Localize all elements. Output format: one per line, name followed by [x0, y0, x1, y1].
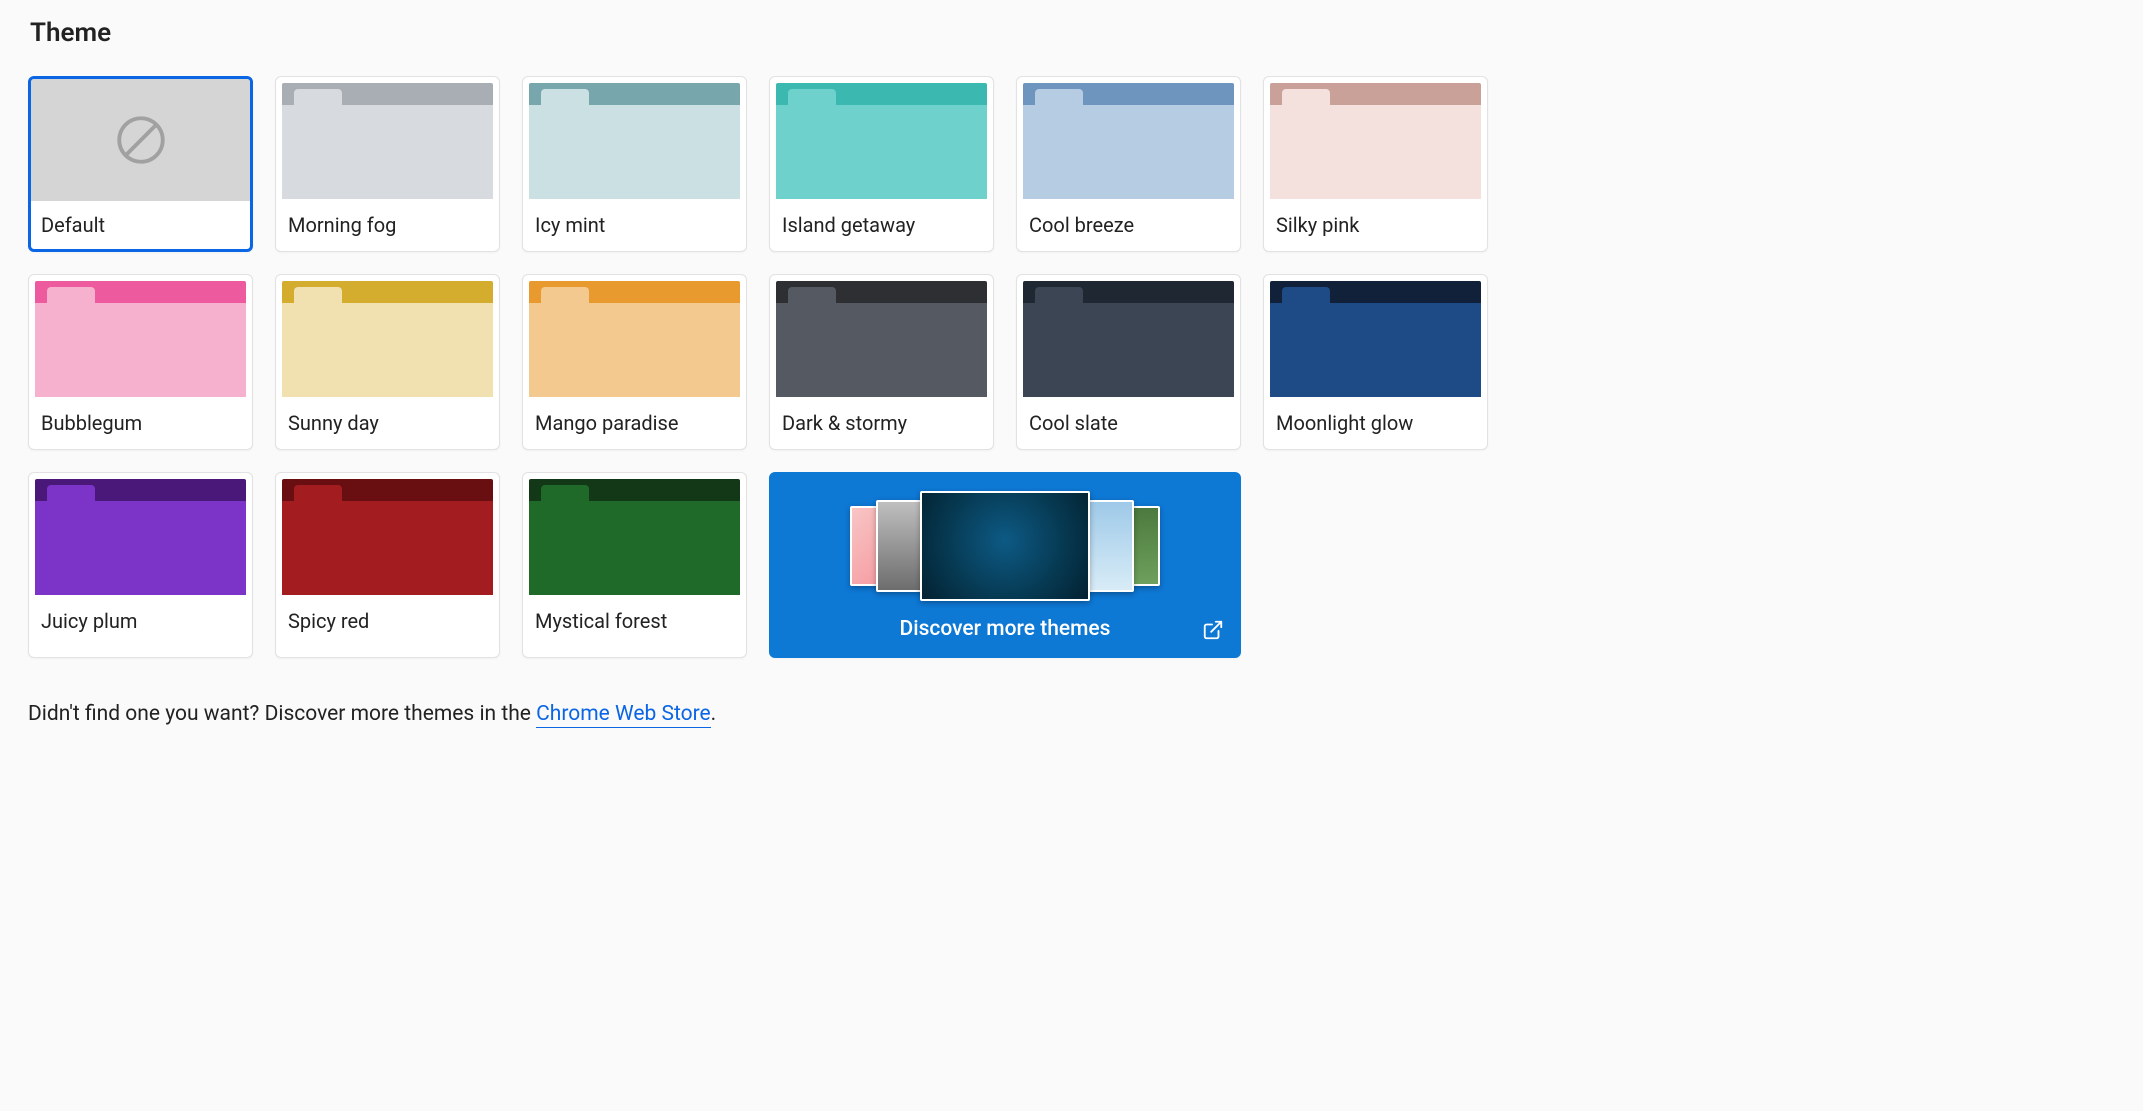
swatch-body: [529, 501, 740, 595]
theme-card-cool-slate[interactable]: Cool slate: [1016, 274, 1241, 450]
theme-card-moonlight-glow[interactable]: Moonlight glow: [1263, 274, 1488, 450]
preview-thumb: [920, 491, 1090, 601]
theme-swatch: [770, 77, 993, 199]
section-heading: Theme: [30, 18, 2115, 48]
theme-card-icy-mint[interactable]: Icy mint: [522, 76, 747, 252]
theme-card-island-getaway[interactable]: Island getaway: [769, 76, 994, 252]
theme-card-dark-stormy[interactable]: Dark & stormy: [769, 274, 994, 450]
theme-card-juicy-plum[interactable]: Juicy plum: [28, 472, 253, 658]
theme-swatch: [276, 275, 499, 397]
swatch-tab: [1282, 287, 1330, 307]
theme-card-mystical-forest[interactable]: Mystical forest: [522, 472, 747, 658]
theme-card-morning-fog[interactable]: Morning fog: [275, 76, 500, 252]
discover-preview-strip: [858, 491, 1152, 601]
theme-card-sunny-day[interactable]: Sunny day: [275, 274, 500, 450]
theme-swatch: [29, 473, 252, 595]
theme-label: Mystical forest: [523, 595, 746, 647]
theme-swatch: [1264, 275, 1487, 397]
swatch-body: [35, 501, 246, 595]
swatch-body: [1023, 303, 1234, 397]
footer-prefix: Didn't find one you want? Discover more …: [28, 702, 536, 726]
theme-card-bubblegum[interactable]: Bubblegum: [28, 274, 253, 450]
theme-card-spicy-red[interactable]: Spicy red: [275, 472, 500, 658]
theme-label: Dark & stormy: [770, 397, 993, 449]
theme-label: Spicy red: [276, 595, 499, 647]
swatch-tab: [788, 89, 836, 109]
swatch-tab: [47, 287, 95, 307]
swatch-tab: [294, 89, 342, 109]
theme-label: Icy mint: [523, 199, 746, 251]
swatch-body: [1270, 303, 1481, 397]
swatch-body: [776, 105, 987, 199]
external-link-icon: [1202, 619, 1224, 641]
theme-label: Island getaway: [770, 199, 993, 251]
swatch-tab: [541, 287, 589, 307]
theme-card-mango-paradise[interactable]: Mango paradise: [522, 274, 747, 450]
theme-swatch: [523, 473, 746, 595]
swatch-tab: [788, 287, 836, 307]
theme-label: Juicy plum: [29, 595, 252, 647]
theme-swatch: [1017, 77, 1240, 199]
theme-swatch: [29, 275, 252, 397]
swatch-tab: [541, 485, 589, 505]
swatch-tab: [294, 287, 342, 307]
swatch-body: [282, 105, 493, 199]
theme-swatch: [770, 275, 993, 397]
theme-label: Morning fog: [276, 199, 499, 251]
theme-swatch: [31, 79, 250, 201]
theme-card-default[interactable]: Default: [28, 76, 253, 252]
swatch-tab: [1282, 89, 1330, 109]
swatch-tab: [541, 89, 589, 109]
swatch-body: [529, 303, 740, 397]
theme-grid: Default Morning fog Icy mint Island getaway…: [28, 76, 2115, 658]
theme-swatch: [1264, 77, 1487, 199]
theme-card-silky-pink[interactable]: Silky pink: [1263, 76, 1488, 252]
theme-card-cool-breeze[interactable]: Cool breeze: [1016, 76, 1241, 252]
swatch-body: [282, 501, 493, 595]
theme-label: Silky pink: [1264, 199, 1487, 251]
theme-swatch: [276, 77, 499, 199]
theme-label: Bubblegum: [29, 397, 252, 449]
theme-swatch: [523, 275, 746, 397]
swatch-body: [1023, 105, 1234, 199]
chrome-web-store-link[interactable]: Chrome Web Store: [536, 702, 711, 728]
footer-suffix: .: [711, 702, 717, 726]
swatch-body: [1270, 105, 1481, 199]
theme-label: Moonlight glow: [1264, 397, 1487, 449]
default-swatch: [31, 79, 250, 201]
swatch-tab: [294, 485, 342, 505]
theme-label: Sunny day: [276, 397, 499, 449]
swatch-tab: [47, 485, 95, 505]
swatch-tab: [1035, 89, 1083, 109]
theme-label: Cool breeze: [1017, 199, 1240, 251]
theme-swatch: [523, 77, 746, 199]
no-theme-icon: [112, 111, 170, 169]
swatch-body: [529, 105, 740, 199]
discover-themes-card[interactable]: Discover more themes: [769, 472, 1241, 658]
swatch-tab: [1035, 287, 1083, 307]
swatch-body: [35, 303, 246, 397]
theme-label: Mango paradise: [523, 397, 746, 449]
swatch-body: [282, 303, 493, 397]
theme-swatch: [276, 473, 499, 595]
theme-label: Cool slate: [1017, 397, 1240, 449]
theme-swatch: [1017, 275, 1240, 397]
swatch-body: [776, 303, 987, 397]
theme-label: Default: [31, 201, 250, 249]
discover-label: Discover more themes: [900, 617, 1111, 641]
footer-text: Didn't find one you want? Discover more …: [28, 702, 2115, 726]
